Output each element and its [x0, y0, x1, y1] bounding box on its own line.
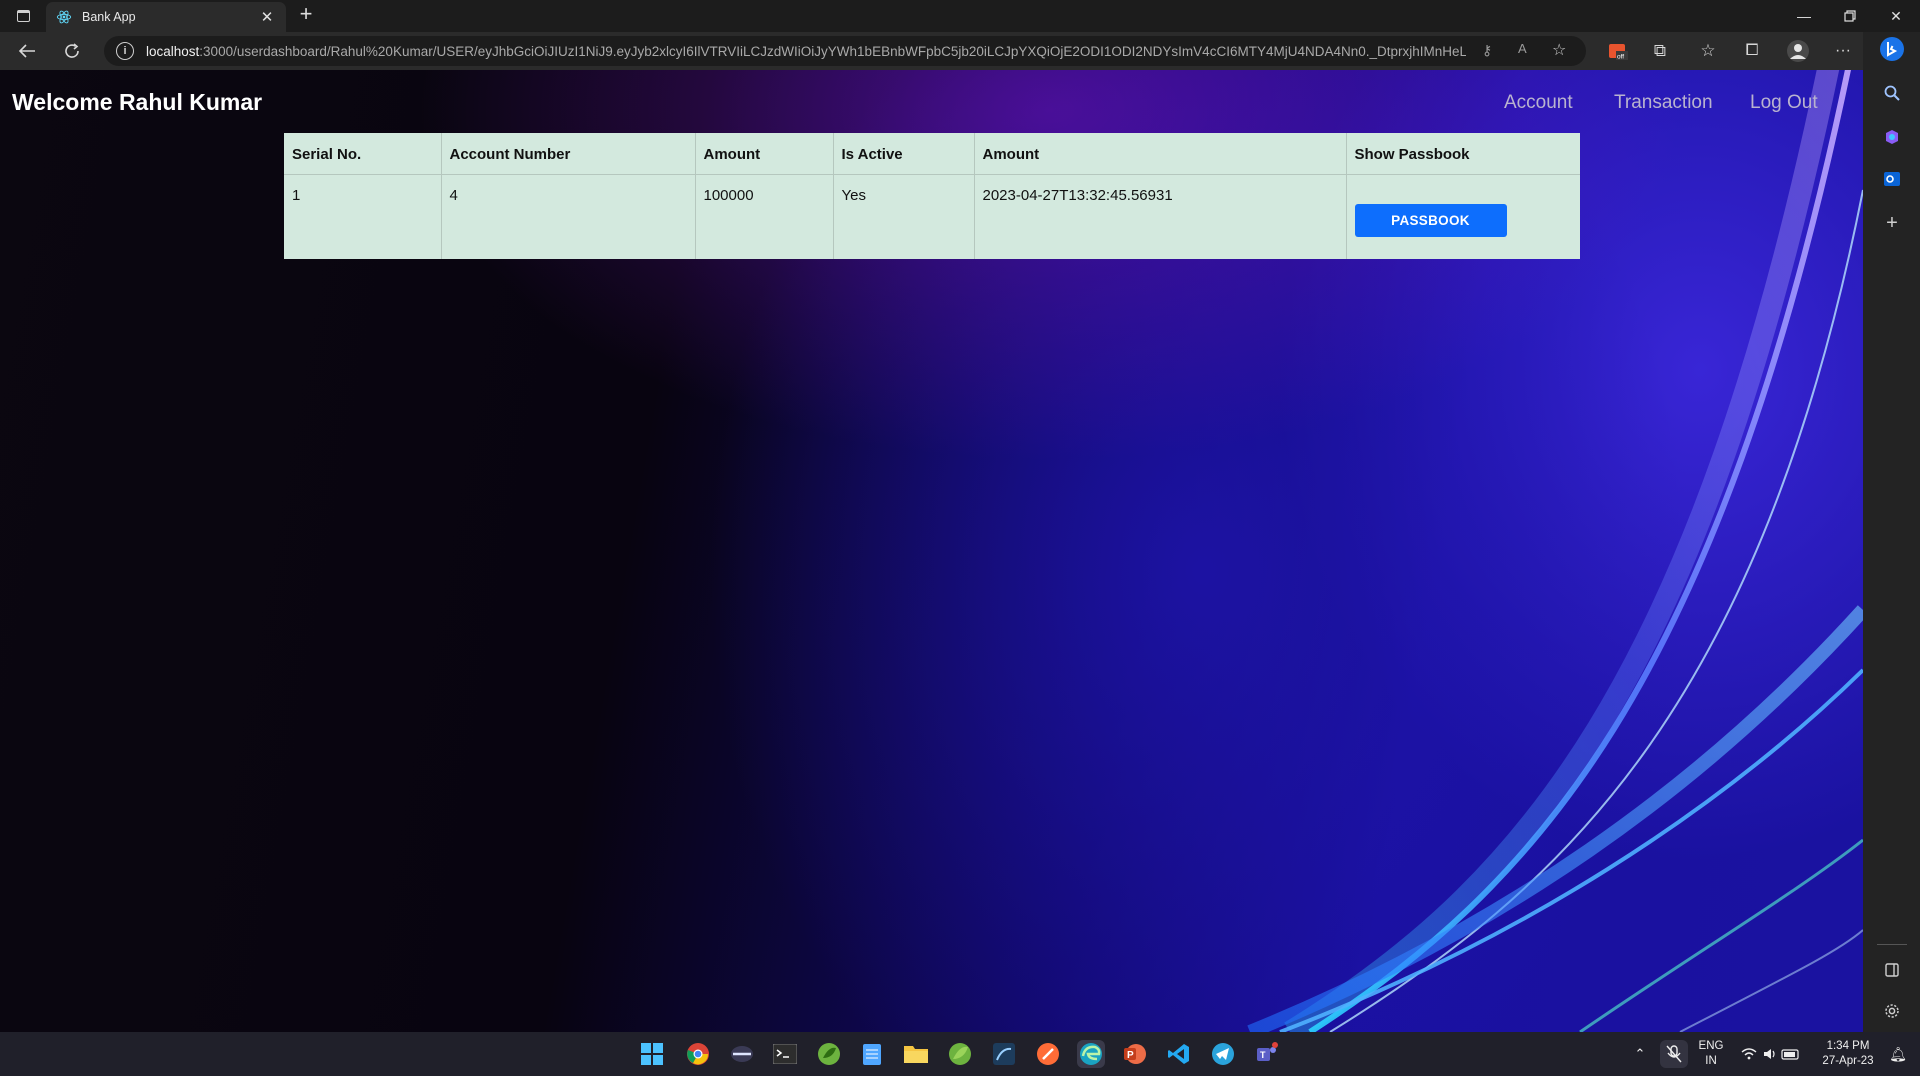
sidebar-divider: [1877, 944, 1907, 945]
svg-text:off: off: [1617, 54, 1624, 61]
language-indicator[interactable]: ENG IN: [1696, 1039, 1726, 1069]
cell-is-active: Yes: [833, 174, 975, 259]
nav-transaction-link[interactable]: Transaction: [1614, 92, 1713, 114]
header-amount-date: Amount: [974, 133, 1347, 175]
teams-icon[interactable]: T: [1253, 1040, 1281, 1068]
close-tab-icon[interactable]: ✕: [258, 8, 276, 26]
table-header-row: Serial No. Account Number Amount Is Acti…: [284, 133, 1580, 175]
spring-icon[interactable]: [815, 1040, 843, 1068]
read-aloud-icon[interactable]: A: [1518, 41, 1527, 56]
minimize-icon[interactable]: —: [1782, 0, 1826, 32]
header-serial-no: Serial No.: [284, 133, 442, 175]
cell-date: 2023-04-27T13:32:45.56931: [974, 174, 1347, 259]
url-host: localhost: [146, 43, 200, 59]
browser-toolbar: i localhost:3000/userdashboard/Rahul%20K…: [0, 32, 1920, 70]
address-bar[interactable]: i localhost:3000/userdashboard/Rahul%20K…: [104, 36, 1586, 66]
cell-serial: 1: [284, 174, 442, 259]
header-is-active: Is Active: [833, 133, 975, 175]
collections-icon[interactable]: ⧠: [1738, 37, 1766, 65]
clock[interactable]: 1:34 PM 27-Apr-23: [1816, 1039, 1880, 1069]
more-menu-icon[interactable]: ···: [1829, 37, 1857, 65]
nav-logout-link[interactable]: Log Out: [1750, 92, 1818, 114]
accounts-table: Serial No. Account Number Amount Is Acti…: [284, 133, 1580, 259]
chrome-icon[interactable]: [684, 1040, 712, 1068]
tab-title: Bank App: [82, 10, 136, 24]
tray-overflow-chevron-icon[interactable]: ⌃: [1626, 1040, 1654, 1068]
clock-time: 1:34 PM: [1826, 1040, 1870, 1052]
mysql-workbench-icon[interactable]: [990, 1040, 1018, 1068]
mic-muted-icon[interactable]: [1660, 1040, 1688, 1068]
add-favorite-icon[interactable]: ☆: [1552, 40, 1566, 60]
add-sidebar-plus-icon[interactable]: +: [1879, 210, 1905, 236]
windows-taskbar: P T ⌃ ENG IN 1:34 PM 27-Apr-23 🔔︎: [0, 1032, 1920, 1076]
title-bar: Bank App ✕ + — ✕: [0, 0, 1920, 32]
favorites-icon[interactable]: ☆: [1694, 37, 1722, 65]
region-code: IN: [1705, 1055, 1717, 1067]
gear-icon[interactable]: [1879, 998, 1905, 1024]
extensions-puzzle-icon[interactable]: ⧉: [1646, 37, 1674, 65]
page-viewport: Welcome Rahul Kumar Account Transaction …: [0, 70, 1863, 1032]
cell-amount: 100000: [695, 174, 834, 259]
cell-account-number: 4: [441, 174, 696, 259]
profile-avatar-icon[interactable]: [1784, 37, 1812, 65]
header-account-number: Account Number: [441, 133, 696, 175]
back-arrow-icon[interactable]: [13, 37, 41, 65]
table-row: 1 4 100000 Yes 2023-04-27T13:32:45.56931…: [284, 174, 1580, 259]
edge-icon[interactable]: [1077, 1040, 1105, 1068]
outlook-icon[interactable]: [1879, 166, 1905, 192]
powerpoint-icon[interactable]: P: [1121, 1040, 1149, 1068]
passbook-button[interactable]: PASSBOOK: [1354, 203, 1507, 237]
svg-text:P: P: [1127, 1050, 1134, 1061]
cell-passbook: PASSBOOK: [1346, 174, 1580, 259]
site-info-icon[interactable]: i: [116, 42, 134, 60]
shopping-icon[interactable]: [1879, 124, 1905, 150]
search-icon[interactable]: [1879, 80, 1905, 106]
bing-copilot-icon[interactable]: [1879, 36, 1905, 62]
edge-sidebar: +: [1863, 32, 1920, 1032]
nav-account-link[interactable]: Account: [1504, 92, 1573, 114]
notification-icon[interactable]: 🔔︎: [1884, 1040, 1912, 1068]
refresh-icon[interactable]: [58, 37, 86, 65]
header-amount: Amount: [695, 133, 834, 175]
vscode-icon[interactable]: [1165, 1040, 1193, 1068]
clock-date: 27-Apr-23: [1822, 1055, 1874, 1067]
postman-icon[interactable]: [1034, 1040, 1062, 1068]
notepad-icon[interactable]: [858, 1040, 886, 1068]
extension-off-icon[interactable]: off: [1604, 37, 1632, 65]
react-favicon-icon: [56, 10, 72, 24]
header-show-passbook: Show Passbook: [1346, 133, 1580, 175]
key-icon[interactable]: ⚷: [1482, 42, 1492, 59]
restore-icon[interactable]: [1828, 0, 1872, 32]
telegram-icon[interactable]: [1209, 1040, 1237, 1068]
terminal-icon[interactable]: [771, 1040, 799, 1068]
svg-text:T: T: [1260, 1050, 1266, 1060]
language-code: ENG: [1698, 1040, 1724, 1052]
url-path: :3000/userdashboard/Rahul%20Kumar/USER/e…: [199, 43, 1466, 59]
close-window-icon[interactable]: ✕: [1874, 0, 1918, 32]
welcome-heading: Welcome Rahul Kumar: [12, 89, 263, 115]
browser-tab[interactable]: Bank App ✕: [46, 2, 286, 32]
app-pill-icon[interactable]: [728, 1040, 756, 1068]
tab-actions-icon[interactable]: [12, 6, 34, 26]
hide-sidebar-icon[interactable]: [1879, 957, 1905, 983]
file-explorer-icon[interactable]: [902, 1040, 930, 1068]
spring-tools-icon[interactable]: [946, 1040, 974, 1068]
url-text[interactable]: localhost:3000/userdashboard/Rahul%20Kum…: [146, 44, 1466, 59]
windows-start-icon[interactable]: [638, 1040, 666, 1068]
wifi-volume-battery-icon[interactable]: [1736, 1040, 1806, 1068]
new-tab-plus-icon[interactable]: +: [294, 3, 318, 27]
